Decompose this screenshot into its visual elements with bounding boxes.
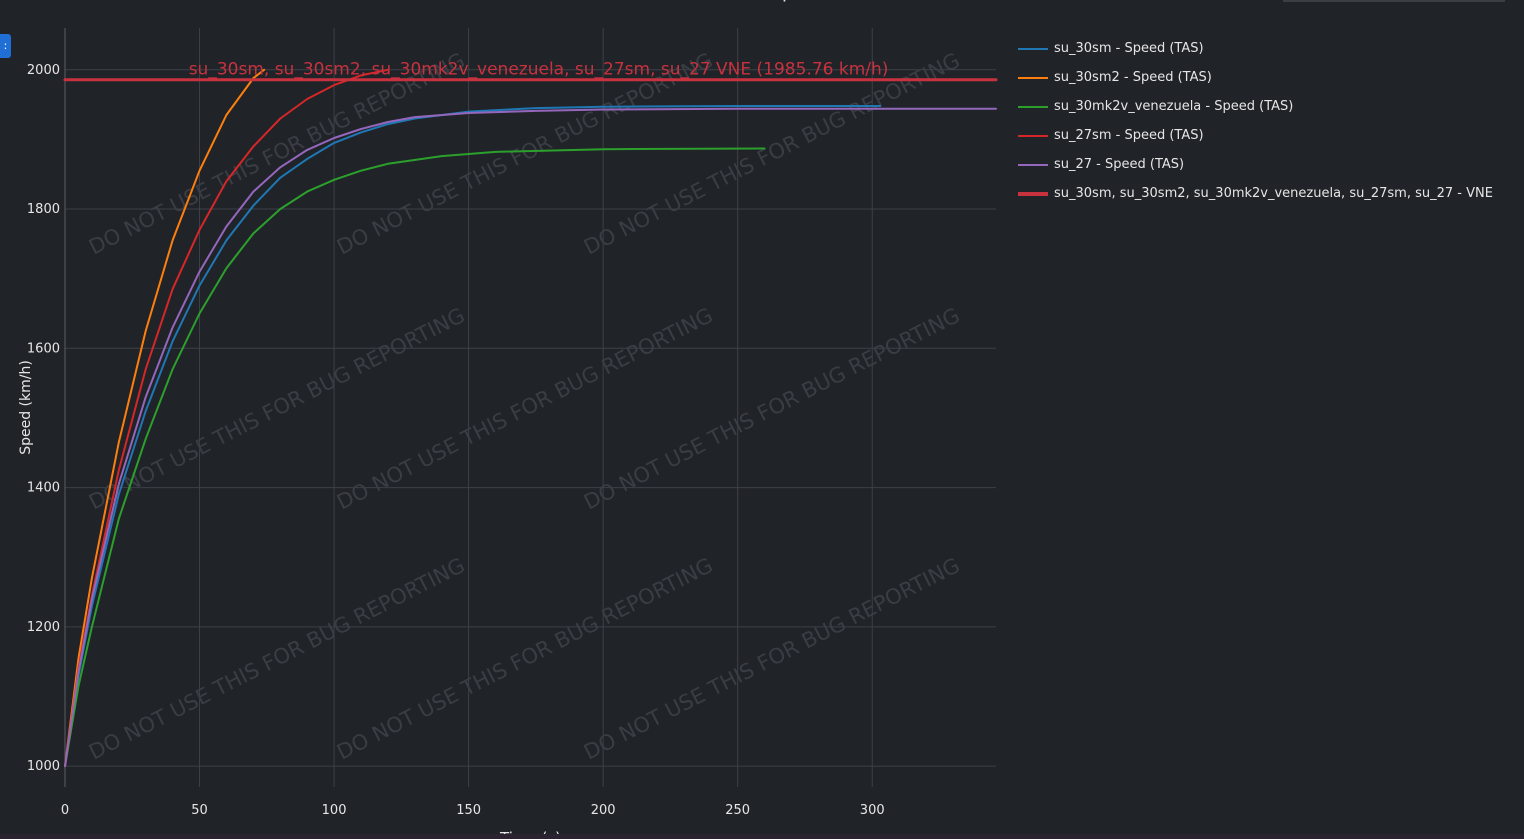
x-tick-label: 300 xyxy=(860,803,885,818)
legend-swatch xyxy=(1018,105,1048,108)
x-tick-label: 150 xyxy=(456,803,481,818)
x-tick-label: 0 xyxy=(61,803,69,818)
y-tick-label: 1400 xyxy=(27,481,60,496)
legend-swatch xyxy=(1018,76,1048,79)
watermark-text: DO NOT USE THIS FOR BUG REPORTING xyxy=(333,303,717,514)
watermark-text: DO NOT USE THIS FOR BUG REPORTING xyxy=(580,553,964,764)
legend-label: su_30mk2v_venezuela - Speed (TAS) xyxy=(1054,99,1294,114)
top-toolbar-edge xyxy=(1283,0,1505,2)
legend-item[interactable]: su_30mk2v_venezuela - Speed (TAS) xyxy=(1018,92,1493,121)
legend-item[interactable]: su_27 - Speed (TAS) xyxy=(1018,150,1493,179)
y-tick-label: 1200 xyxy=(27,620,60,635)
legend-label: su_30sm - Speed (TAS) xyxy=(1054,41,1204,56)
x-tick-label: 100 xyxy=(322,803,347,818)
legend-swatch xyxy=(1018,47,1048,50)
y-tick-label: 1600 xyxy=(27,341,60,356)
x-tick-label: 200 xyxy=(591,803,616,818)
legend-label: su_27 - Speed (TAS) xyxy=(1054,157,1185,172)
watermark-text: DO NOT USE THIS FOR BUG REPORTING xyxy=(333,553,717,764)
side-panel-toggle[interactable]: : xyxy=(0,34,11,58)
y-tick-label: 2000 xyxy=(27,63,60,78)
x-tick-label: 250 xyxy=(725,803,750,818)
legend-item[interactable]: su_27sm - Speed (TAS) xyxy=(1018,121,1493,150)
legend: su_30sm - Speed (TAS) su_30sm2 - Speed (T… xyxy=(1018,34,1493,208)
chart-title: Time to Speed xyxy=(696,0,827,3)
y-axis-title: Speed (km/h) xyxy=(18,360,34,455)
watermark-text: DO NOT USE THIS FOR BUG REPORTING xyxy=(85,553,469,764)
legend-swatch xyxy=(1018,191,1048,196)
legend-item[interactable]: su_30sm2 - Speed (TAS) xyxy=(1018,63,1493,92)
watermark: DO NOT USE THIS FOR BUG REPORTINGDO NOT … xyxy=(85,48,964,764)
bottom-edge xyxy=(0,834,1524,839)
y-tick-label: 1000 xyxy=(27,759,60,774)
x-tick-label: 50 xyxy=(191,803,208,818)
legend-item[interactable]: su_30sm, su_30sm2, su_30mk2v_venezuela, … xyxy=(1018,179,1493,208)
legend-swatch xyxy=(1018,163,1048,166)
legend-label: su_30sm, su_30sm2, su_30mk2v_venezuela, … xyxy=(1054,186,1493,201)
y-tick-label: 1800 xyxy=(27,202,60,217)
watermark-text: DO NOT USE THIS FOR BUG REPORTING xyxy=(580,303,964,514)
legend-label: su_30sm2 - Speed (TAS) xyxy=(1054,70,1212,85)
legend-item[interactable]: su_30sm - Speed (TAS) xyxy=(1018,34,1493,63)
legend-swatch xyxy=(1018,134,1048,137)
legend-label: su_27sm - Speed (TAS) xyxy=(1054,128,1204,143)
vne-annotation: su_30sm, su_30sm2, su_30mk2v_venezuela, … xyxy=(189,60,889,80)
